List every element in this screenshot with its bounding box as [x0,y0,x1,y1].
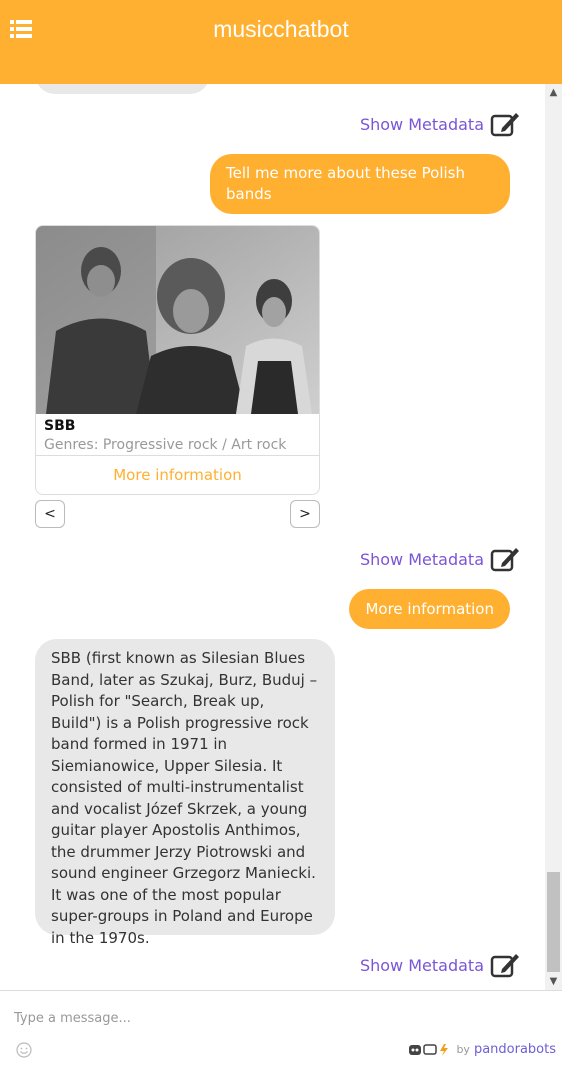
edit-icon[interactable] [490,951,520,979]
show-metadata-link[interactable]: Show Metadata [360,956,484,975]
scroll-down-icon[interactable]: ▼ [545,973,562,990]
pandorabots-link[interactable]: pandorabots [474,1042,556,1057]
card-genres: Genres: Progressive rock / Art rock [44,437,287,453]
band-card: SBB Genres: Progressive rock / Art rock … [35,225,320,495]
card-title: SBB [44,418,76,434]
by-label: by [456,1043,470,1056]
bot-message: SBB (first known as Silesian Blues Band,… [35,639,335,947]
show-metadata-link[interactable]: Show Metadata [360,550,484,569]
more-information-button[interactable]: More information [36,456,319,494]
app-header: musicchatbot [0,0,562,84]
user-message: More information [349,589,510,629]
show-metadata-row[interactable]: Show Metadata [360,544,520,574]
page-title: musicchatbot [213,16,349,42]
chat-scrollbar[interactable]: ▲ ▼ [545,84,562,990]
previous-bot-bubble [35,84,210,94]
carousel-next-button[interactable]: > [290,500,320,528]
emoji-icon[interactable] [16,1042,32,1058]
show-metadata-row[interactable]: Show Metadata [360,109,520,139]
band-photo [36,226,319,414]
user-message: Tell me more about these Polish bands [210,154,510,214]
message-input[interactable] [12,1003,536,1033]
show-metadata-row[interactable]: Show Metadata [360,950,520,980]
edit-icon[interactable] [490,110,520,138]
scroll-thumb[interactable] [547,872,560,972]
chat-window: Show Metadata Tell me more about these P… [0,84,545,990]
edit-icon[interactable] [490,545,520,573]
pandorabots-logo-icon [409,1043,449,1056]
carousel-prev-button[interactable]: < [35,500,65,528]
scroll-up-icon[interactable]: ▲ [545,84,562,101]
powered-by: by pandorabots [408,1042,556,1057]
show-metadata-link[interactable]: Show Metadata [360,115,484,134]
message-composer: by pandorabots [0,990,562,1066]
